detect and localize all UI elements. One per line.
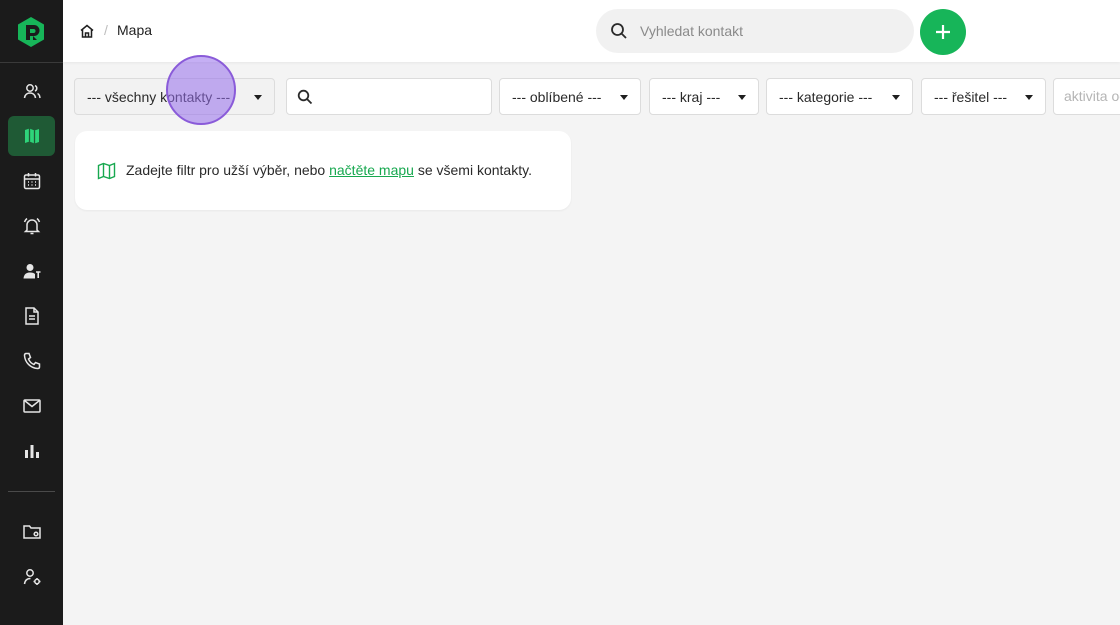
phone-icon (23, 352, 40, 370)
info-text-before: Zadejte filtr pro užší výběr, nebo (126, 162, 330, 178)
home-icon[interactable] (79, 23, 95, 39)
sidebar-item-calls[interactable] (8, 341, 55, 381)
search-input[interactable] (640, 19, 900, 43)
sidebar-item-user-settings[interactable] (8, 557, 55, 597)
solver-filter-label: --- řešitel --- (934, 89, 1008, 105)
add-button[interactable] (920, 9, 966, 55)
activity-from-input[interactable] (1064, 88, 1120, 104)
sidebar-item-reports[interactable] (8, 431, 55, 471)
bar-chart-icon (24, 445, 39, 458)
topbar: / Mapa (63, 0, 1120, 62)
user-assign-icon (23, 264, 40, 279)
chevron-down-icon (254, 95, 262, 100)
search-icon (297, 89, 313, 105)
sidebar-item-assign[interactable] (8, 251, 55, 291)
activity-from-filter (1053, 78, 1120, 115)
region-filter[interactable]: --- kraj --- (649, 78, 759, 115)
solver-filter[interactable]: --- řešitel --- (921, 78, 1046, 115)
contacts-filter[interactable]: --- všechny kontakty --- (74, 78, 275, 115)
calendar-icon (23, 173, 40, 190)
filter-search-input[interactable] (321, 87, 481, 107)
document-icon (24, 307, 39, 325)
sidebar-item-map[interactable] (8, 116, 55, 156)
chevron-down-icon (620, 95, 628, 100)
chevron-down-icon (1025, 95, 1033, 100)
sidebar-divider (8, 491, 55, 492)
bell-icon (23, 217, 40, 235)
mail-icon (22, 399, 41, 413)
chevron-down-icon (738, 95, 746, 100)
user-settings-icon (23, 569, 40, 585)
chevron-down-icon (892, 95, 900, 100)
map-icon (97, 162, 116, 180)
folder-settings-icon (22, 525, 41, 539)
load-map-link[interactable]: načtěte mapu (329, 162, 414, 178)
region-filter-label: --- kraj --- (662, 89, 721, 105)
contact-search (596, 9, 914, 53)
map-info-card: Zadejte filtr pro užší výběr, nebo načtě… (75, 131, 571, 210)
sidebar-item-calendar[interactable] (8, 161, 55, 201)
plus-icon (936, 25, 950, 39)
favorites-filter[interactable]: --- oblíbené --- (499, 78, 641, 115)
page-title: Mapa (117, 22, 153, 38)
info-message: Zadejte filtr pro užší výběr, nebo načtě… (126, 162, 532, 178)
search-icon (611, 23, 627, 39)
sidebar-divider (0, 62, 63, 63)
map-icon (24, 128, 39, 144)
sidebar-item-folder-settings[interactable] (8, 512, 55, 552)
sidebar-item-mail[interactable] (8, 386, 55, 426)
category-filter-label: --- kategorie --- (779, 89, 873, 105)
sidebar-item-documents[interactable] (8, 296, 55, 336)
contacts-filter-label: --- všechny kontakty --- (87, 89, 231, 105)
sidebar (0, 0, 63, 625)
category-filter[interactable]: --- kategorie --- (766, 78, 913, 115)
logo-icon[interactable] (16, 16, 46, 48)
favorites-filter-label: --- oblíbené --- (512, 89, 602, 105)
info-text-after: se všemi kontakty. (413, 162, 532, 178)
sidebar-item-notifications[interactable] (8, 206, 55, 246)
sidebar-item-contacts[interactable] (8, 71, 55, 111)
breadcrumb-separator: / (104, 22, 108, 38)
filter-search (286, 78, 492, 115)
contacts-icon (23, 84, 41, 99)
